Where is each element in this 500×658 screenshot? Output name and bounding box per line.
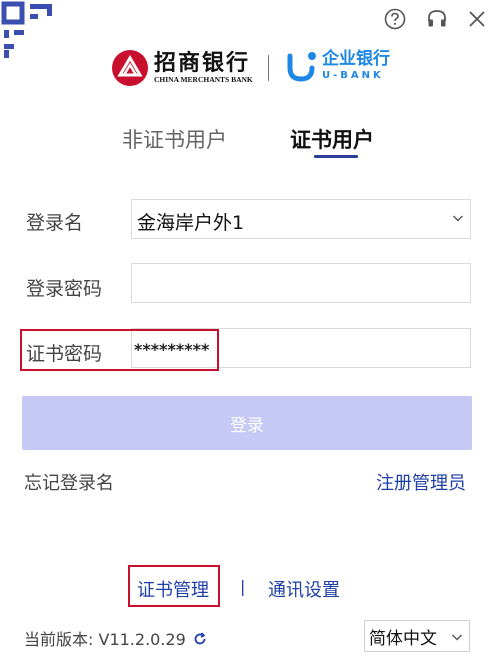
cert-password-label: 证书密码: [26, 343, 103, 365]
close-icon[interactable]: [464, 6, 490, 32]
login-password-input[interactable]: [131, 263, 471, 303]
cmb-logo: 招商银行 CHINA MERCHANTS BANK: [112, 50, 253, 86]
language-value: 简体中文: [369, 628, 437, 649]
active-tab-indicator: [314, 155, 358, 158]
login-password-label: 登录密码: [26, 278, 103, 300]
tab-non-cert-user[interactable]: 非证书用户: [122, 124, 227, 154]
logo-divider: [268, 55, 269, 81]
username-label: 登录名: [26, 212, 84, 234]
ubank-name-en: U-BANK: [322, 70, 384, 81]
ubank-logo: 企业银行 U-BANK: [284, 48, 390, 84]
cert-manage-link[interactable]: 证书管理: [137, 576, 209, 602]
comm-settings-link[interactable]: 通讯设置: [268, 576, 340, 602]
ubank-emblem-icon: [287, 52, 316, 82]
login-button[interactable]: 登录: [22, 396, 472, 450]
version-label: 当前版本:: [24, 630, 94, 649]
cmb-name-cn: 招商银行: [154, 50, 251, 77]
language-select[interactable]: 简体中文: [364, 620, 470, 652]
register-admin-link[interactable]: 注册管理员: [376, 469, 466, 495]
ubank-name-cn: 企业银行: [322, 49, 390, 69]
version-value: V11.2.0.29: [98, 630, 186, 649]
cmb-emblem-icon: [112, 50, 148, 86]
chevron-down-icon: [452, 634, 462, 641]
cert-password-value: *********: [134, 340, 210, 359]
forgot-username-link[interactable]: 忘记登录名: [24, 469, 114, 495]
footer-separator: |: [240, 577, 246, 596]
headset-icon[interactable]: [424, 6, 450, 32]
username-value: 金海岸户外1: [137, 212, 245, 234]
username-select[interactable]: 金海岸户外1: [131, 199, 471, 239]
qr-code-icon[interactable]: [0, 0, 60, 60]
cmb-name-en: CHINA MERCHANTS BANK: [154, 75, 253, 85]
tab-cert-user[interactable]: 证书用户: [290, 124, 374, 154]
refresh-icon[interactable]: [193, 632, 207, 646]
version-info: 当前版本: V11.2.0.29: [24, 626, 207, 650]
help-icon[interactable]: [382, 6, 408, 32]
chevron-down-icon: [453, 215, 463, 222]
